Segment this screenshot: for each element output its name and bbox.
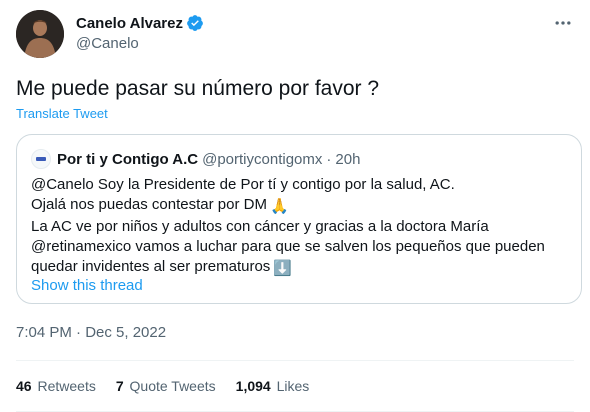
retweets-count: 46 <box>16 378 32 394</box>
tweet-timestamp[interactable]: 7:04 PM · Dec 5, 2022 <box>16 324 166 341</box>
translate-tweet-link[interactable]: Translate Tweet <box>16 106 108 121</box>
profile-photo-icon <box>16 10 64 58</box>
retweets-stat[interactable]: 46 Retweets <box>16 378 96 394</box>
praying-hands-icon: 🙏 <box>269 198 289 215</box>
quoted-line: quedar invidentes al ser prematuros <box>31 258 271 275</box>
tweet-text: Me puede pasar su número por favor ? <box>16 77 380 100</box>
quoted-author-handle: @portiycontigomx <box>202 150 323 168</box>
quoted-line: @Canelo Soy la Presidente de Por tí y co… <box>31 176 455 193</box>
quoted-line: @retinamexico vamos a luchar para que se… <box>31 238 545 255</box>
author-display-name[interactable]: Canelo Alvarez <box>76 15 183 32</box>
author-avatar[interactable] <box>16 10 64 58</box>
quoted-author-name: Por ti y Contigo A.C <box>57 150 199 168</box>
quoted-tweet-header: Por ti y Contigo A.C @portiycontigomx · … <box>31 149 360 169</box>
verified-badge-icon <box>187 15 203 31</box>
likes-stat[interactable]: 1,094 Likes <box>236 378 310 394</box>
likes-count: 1,094 <box>235 378 271 394</box>
tweet-stats: 46 Retweets 7 Quote Tweets 1,094 Likes <box>16 378 309 394</box>
more-options-button[interactable] <box>552 12 574 34</box>
quote-tweets-label: Quote Tweets <box>129 378 216 394</box>
quoted-tweet-card[interactable]: Por ti y Contigo A.C @portiycontigomx · … <box>16 134 582 304</box>
more-horizontal-icon <box>555 21 571 25</box>
retweets-label: Retweets <box>37 378 96 394</box>
quoted-line: Ojalá nos puedas contestar por DM <box>31 196 267 213</box>
quoted-separator: · <box>326 150 332 168</box>
likes-label: Likes <box>276 378 310 394</box>
author-handle[interactable]: @Canelo <box>76 35 139 52</box>
quoted-tweet-text: @Canelo Soy la Presidente de Por tí y co… <box>31 175 571 279</box>
quote-tweets-stat[interactable]: 7 Quote Tweets <box>116 378 216 394</box>
quoted-line-with-emoji: Ojalá nos puedas contestar por DM 🙏 <box>31 195 571 217</box>
show-thread-link[interactable]: Show this thread <box>31 277 143 294</box>
quoted-line-with-emoji: quedar invidentes al ser prematuros ⬇️ <box>31 257 571 279</box>
quote-tweets-count: 7 <box>115 378 124 394</box>
quoted-time[interactable]: 20h <box>335 151 360 168</box>
quoted-author-avatar[interactable] <box>31 149 51 169</box>
divider <box>16 360 574 361</box>
down-arrow-icon: ⬇️ <box>273 260 292 277</box>
quoted-line: La AC ve por niños y adultos con cáncer … <box>31 218 489 235</box>
author-name-row[interactable]: Canelo Alvarez <box>76 14 204 32</box>
